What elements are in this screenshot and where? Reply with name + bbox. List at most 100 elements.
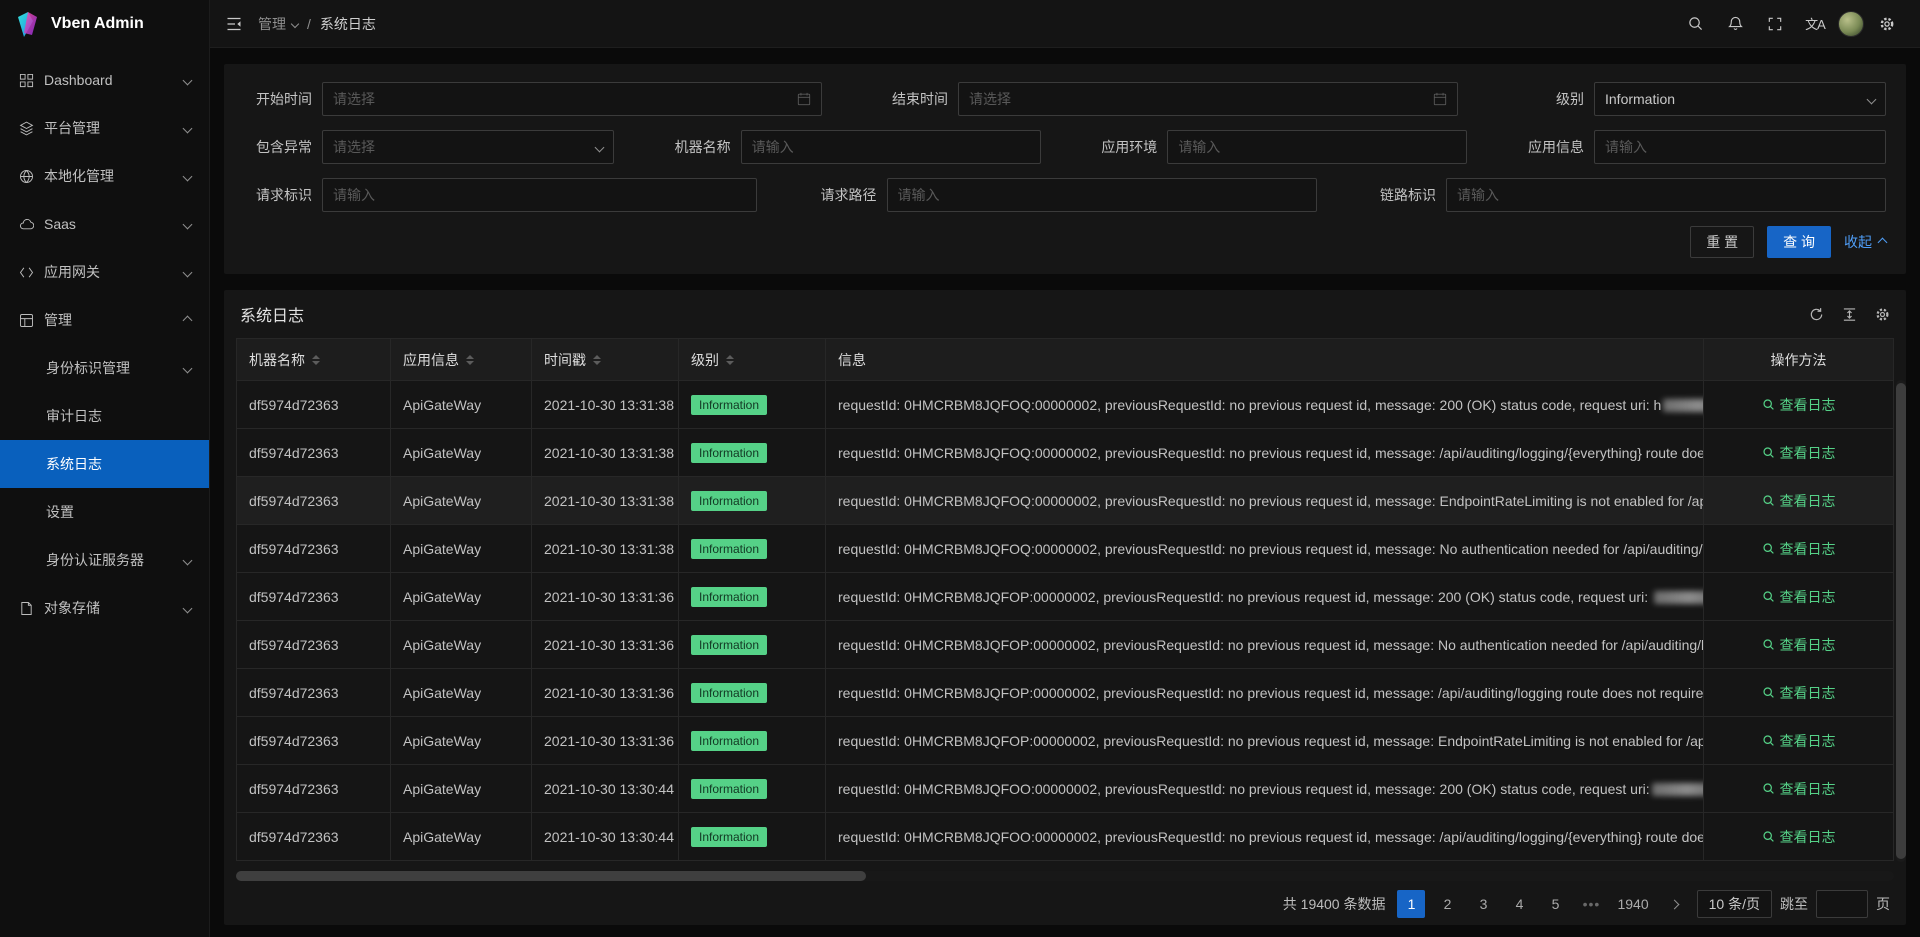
gear-icon[interactable] (1870, 7, 1904, 41)
table-row[interactable]: df5974d72363ApiGateWay2021-10-30 13:31:3… (237, 573, 1894, 621)
page-size-select[interactable]: 10 条/页 (1697, 890, 1772, 918)
page-button-1940[interactable]: 1940 (1613, 890, 1652, 918)
table-row[interactable]: df5974d72363ApiGateWay2021-10-30 13:31:3… (237, 717, 1894, 765)
search-icon[interactable] (1678, 7, 1712, 41)
app-env-input[interactable] (1178, 139, 1456, 155)
page-button-2[interactable]: 2 (1433, 890, 1461, 918)
app-info-label: 应用信息 (1516, 137, 1594, 157)
column-height-icon[interactable] (1842, 307, 1857, 322)
table-row[interactable]: df5974d72363ApiGateWay2021-10-30 13:31:3… (237, 525, 1894, 573)
table-row[interactable]: df5974d72363ApiGateWay2021-10-30 13:31:3… (237, 669, 1894, 717)
view-log-link[interactable]: 查看日志 (1762, 635, 1836, 655)
sidebar-item-saas[interactable]: Saas (0, 200, 209, 248)
topbar-actions: 文A (1678, 7, 1904, 41)
cell-machine-name: df5974d72363 (237, 765, 391, 813)
bell-icon[interactable] (1718, 7, 1752, 41)
next-page-button[interactable] (1661, 890, 1689, 918)
breadcrumb-item-parent[interactable]: 管理 (258, 14, 298, 34)
cell-action: 查看日志 (1704, 573, 1894, 621)
view-log-link[interactable]: 查看日志 (1762, 587, 1836, 607)
menu-fold-icon[interactable] (226, 16, 242, 32)
table-row[interactable]: df5974d72363ApiGateWay2021-10-30 13:30:4… (237, 813, 1894, 861)
page-button-1[interactable]: 1 (1397, 890, 1425, 918)
sidebar-item-management[interactable]: 管理 (0, 296, 209, 344)
cell-message: requestId: 0HMCRBM8JQFOP:00000002, previ… (826, 573, 1704, 621)
column-header-1[interactable]: 应用信息 (391, 339, 532, 381)
sidebar-item-settings[interactable]: 设置 (0, 488, 209, 536)
table-row[interactable]: df5974d72363ApiGateWay2021-10-30 13:31:3… (237, 477, 1894, 525)
sidebar-item-app-gateway[interactable]: 应用网关 (0, 248, 209, 296)
column-header-0[interactable]: 机器名称 (237, 339, 391, 381)
request-id-field[interactable] (322, 178, 757, 212)
sort-icon[interactable] (466, 351, 474, 369)
logo[interactable]: Vben Admin (0, 0, 209, 48)
sort-icon[interactable] (726, 351, 734, 369)
fullscreen-icon[interactable] (1758, 7, 1792, 41)
has-exception-select[interactable]: 请选择 (322, 130, 614, 164)
app-info-input[interactable] (1605, 139, 1875, 155)
calendar-icon (1433, 92, 1447, 106)
view-log-link[interactable]: 查看日志 (1762, 827, 1836, 847)
view-log-link[interactable]: 查看日志 (1762, 443, 1836, 463)
sidebar-item-object-storage[interactable]: 对象存储 (0, 584, 209, 632)
table-row[interactable]: df5974d72363ApiGateWay2021-10-30 13:31:3… (237, 381, 1894, 429)
view-log-link[interactable]: 查看日志 (1762, 731, 1836, 751)
cell-level: Information (679, 525, 826, 573)
machine-name-input[interactable] (752, 139, 1030, 155)
sort-icon[interactable] (593, 351, 601, 369)
view-log-link[interactable]: 查看日志 (1762, 491, 1836, 511)
jump-page-input[interactable] (1816, 890, 1868, 918)
trace-id-input[interactable] (1457, 187, 1875, 203)
sidebar-item-platform-management[interactable]: 平台管理 (0, 104, 209, 152)
horizontal-scrollbar[interactable] (236, 871, 1894, 881)
sidebar-item-system-logs[interactable]: 系统日志 (0, 440, 209, 488)
request-path-input[interactable] (898, 187, 1306, 203)
horizontal-scrollbar-thumb[interactable] (236, 871, 866, 881)
view-log-link[interactable]: 查看日志 (1762, 395, 1836, 415)
app-env-field[interactable] (1167, 130, 1467, 164)
view-log-link[interactable]: 查看日志 (1762, 539, 1836, 559)
column-header-3[interactable]: 级别 (679, 339, 826, 381)
view-log-link[interactable]: 查看日志 (1762, 683, 1836, 703)
reset-button[interactable]: 重 置 (1690, 226, 1754, 258)
request-path-field[interactable] (887, 178, 1317, 212)
vertical-scrollbar-thumb[interactable] (1896, 383, 1906, 859)
app-info-field[interactable] (1594, 130, 1886, 164)
column-header-2[interactable]: 时间戳 (532, 339, 679, 381)
view-log-link[interactable]: 查看日志 (1762, 779, 1836, 799)
cell-action: 查看日志 (1704, 381, 1894, 429)
cell-action: 查看日志 (1704, 429, 1894, 477)
start-time-input[interactable] (333, 91, 789, 107)
cell-level: Information (679, 381, 826, 429)
search-button[interactable]: 查 询 (1767, 226, 1831, 258)
level-badge: Information (691, 779, 767, 799)
translate-icon[interactable]: 文A (1798, 7, 1832, 41)
table-row[interactable]: df5974d72363ApiGateWay2021-10-30 13:31:3… (237, 621, 1894, 669)
cell-level: Information (679, 429, 826, 477)
sidebar-item-localization-management[interactable]: 本地化管理 (0, 152, 209, 200)
trace-id-field[interactable] (1446, 178, 1886, 212)
page-button-3[interactable]: 3 (1469, 890, 1497, 918)
table-row[interactable]: df5974d72363ApiGateWay2021-10-30 13:30:4… (237, 765, 1894, 813)
end-time-picker[interactable] (958, 82, 1458, 116)
request-id-input[interactable] (333, 187, 746, 203)
table-row[interactable]: df5974d72363ApiGateWay2021-10-30 13:31:3… (237, 429, 1894, 477)
level-select[interactable]: Information (1594, 82, 1886, 116)
vertical-scrollbar[interactable] (1896, 380, 1906, 862)
end-time-input[interactable] (969, 91, 1425, 107)
user-avatar[interactable] (1838, 11, 1864, 37)
cell-level: Information (679, 669, 826, 717)
start-time-picker[interactable] (322, 82, 822, 116)
sidebar-item-identity-management[interactable]: 身份标识管理 (0, 344, 209, 392)
sidebar-item-auth-server[interactable]: 身份认证服务器 (0, 536, 209, 584)
sidebar-item-dashboard[interactable]: Dashboard (0, 56, 209, 104)
collapse-filters-link[interactable]: 收起 (1844, 232, 1886, 252)
page-button-4[interactable]: 4 (1505, 890, 1533, 918)
level-badge: Information (691, 443, 767, 463)
machine-name-field[interactable] (741, 130, 1041, 164)
refresh-icon[interactable] (1809, 307, 1824, 322)
table-settings-icon[interactable] (1875, 307, 1890, 322)
sort-icon[interactable] (312, 351, 320, 369)
page-button-5[interactable]: 5 (1541, 890, 1569, 918)
sidebar-item-audit-logs[interactable]: 审计日志 (0, 392, 209, 440)
